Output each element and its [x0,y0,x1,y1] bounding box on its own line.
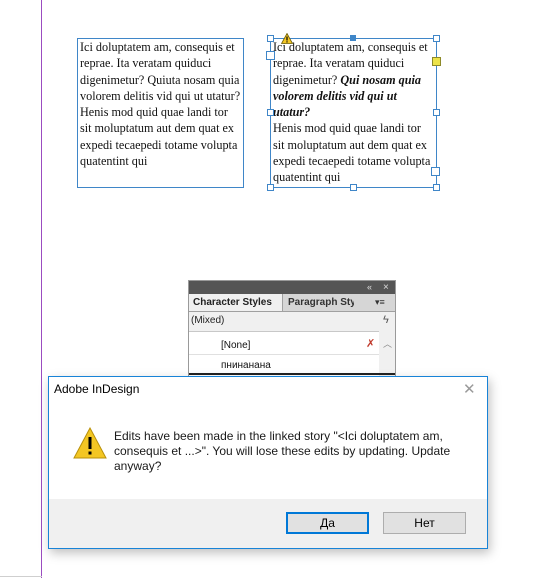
dialog-body: Edits have been made in the linked story… [49,407,487,499]
text-frame-left[interactable]: Ici doluptatem am, consequis et reprae. … [77,38,244,188]
paragraph-2: Henis mod quid quae landi tor sit molupt… [80,105,238,169]
style-item-none[interactable]: [None] [221,340,250,351]
dialog-footer: Да Нет [49,499,487,548]
resize-handle-right[interactable] [433,109,440,116]
list-divider [189,354,379,355]
scroll-up-icon[interactable]: ︿ [383,337,392,350]
resize-handle-left[interactable] [267,109,274,116]
styles-scrollbar[interactable]: ︿ [380,331,395,379]
style-item-custom[interactable]: пнинанана [221,360,271,371]
paragraph-1: Ici doluptatem am, consequis et reprae. … [80,40,241,103]
panel-tabs: Character Styles Paragraph Sty ▾≡ [189,294,395,312]
page-margin-guide [41,0,42,578]
quick-apply-icon[interactable]: ϟ [383,314,389,326]
yes-button[interactable]: Да [286,512,369,534]
page-bottom-edge [0,576,42,577]
link-modified-warning-icon[interactable] [281,33,293,44]
paragraph-1: Ici doluptatem am, consequis et reprae. … [273,39,434,120]
no-button[interactable]: Нет [383,512,466,534]
close-icon[interactable]: × [383,281,389,294]
resize-handle-top[interactable] [350,35,356,41]
resize-handle-bl[interactable] [267,184,274,191]
resize-handle-tl[interactable] [267,35,274,42]
out-port[interactable] [432,57,441,66]
alert-dialog: Adobe InDesign ✕ Edits have been made in… [48,376,488,549]
panel-titlebar[interactable]: « × [189,281,395,294]
warning-icon [73,427,107,459]
current-style-label: (Mixed) [191,315,225,326]
collapse-icon[interactable]: « [367,281,372,294]
close-icon[interactable]: ✕ [463,380,476,398]
paragraph-2: Henis mod quid quae landi tor sit molupt… [273,121,431,185]
in-port[interactable] [266,51,275,60]
character-styles-panel: « × Character Styles Paragraph Sty ▾≡ (M… [188,280,396,380]
text-frame-right[interactable]: Ici doluptatem am, consequis et reprae. … [270,38,437,188]
resize-handle-tr[interactable] [433,35,440,42]
out-port-bottom[interactable] [431,167,440,176]
resize-handle-br[interactable] [433,184,440,191]
no-edit-icon: ✗ [366,338,376,350]
dialog-message: Edits have been made in the linked story… [114,429,451,473]
list-bottom-border [189,373,395,375]
resize-handle-bottom[interactable] [350,184,357,191]
tab-character-styles[interactable]: Character Styles [189,294,283,311]
panel-menu-icon[interactable]: ▾≡ [375,294,385,311]
dialog-title: Adobe InDesign [54,382,140,396]
tab-paragraph-styles[interactable]: Paragraph Sty [284,294,354,311]
